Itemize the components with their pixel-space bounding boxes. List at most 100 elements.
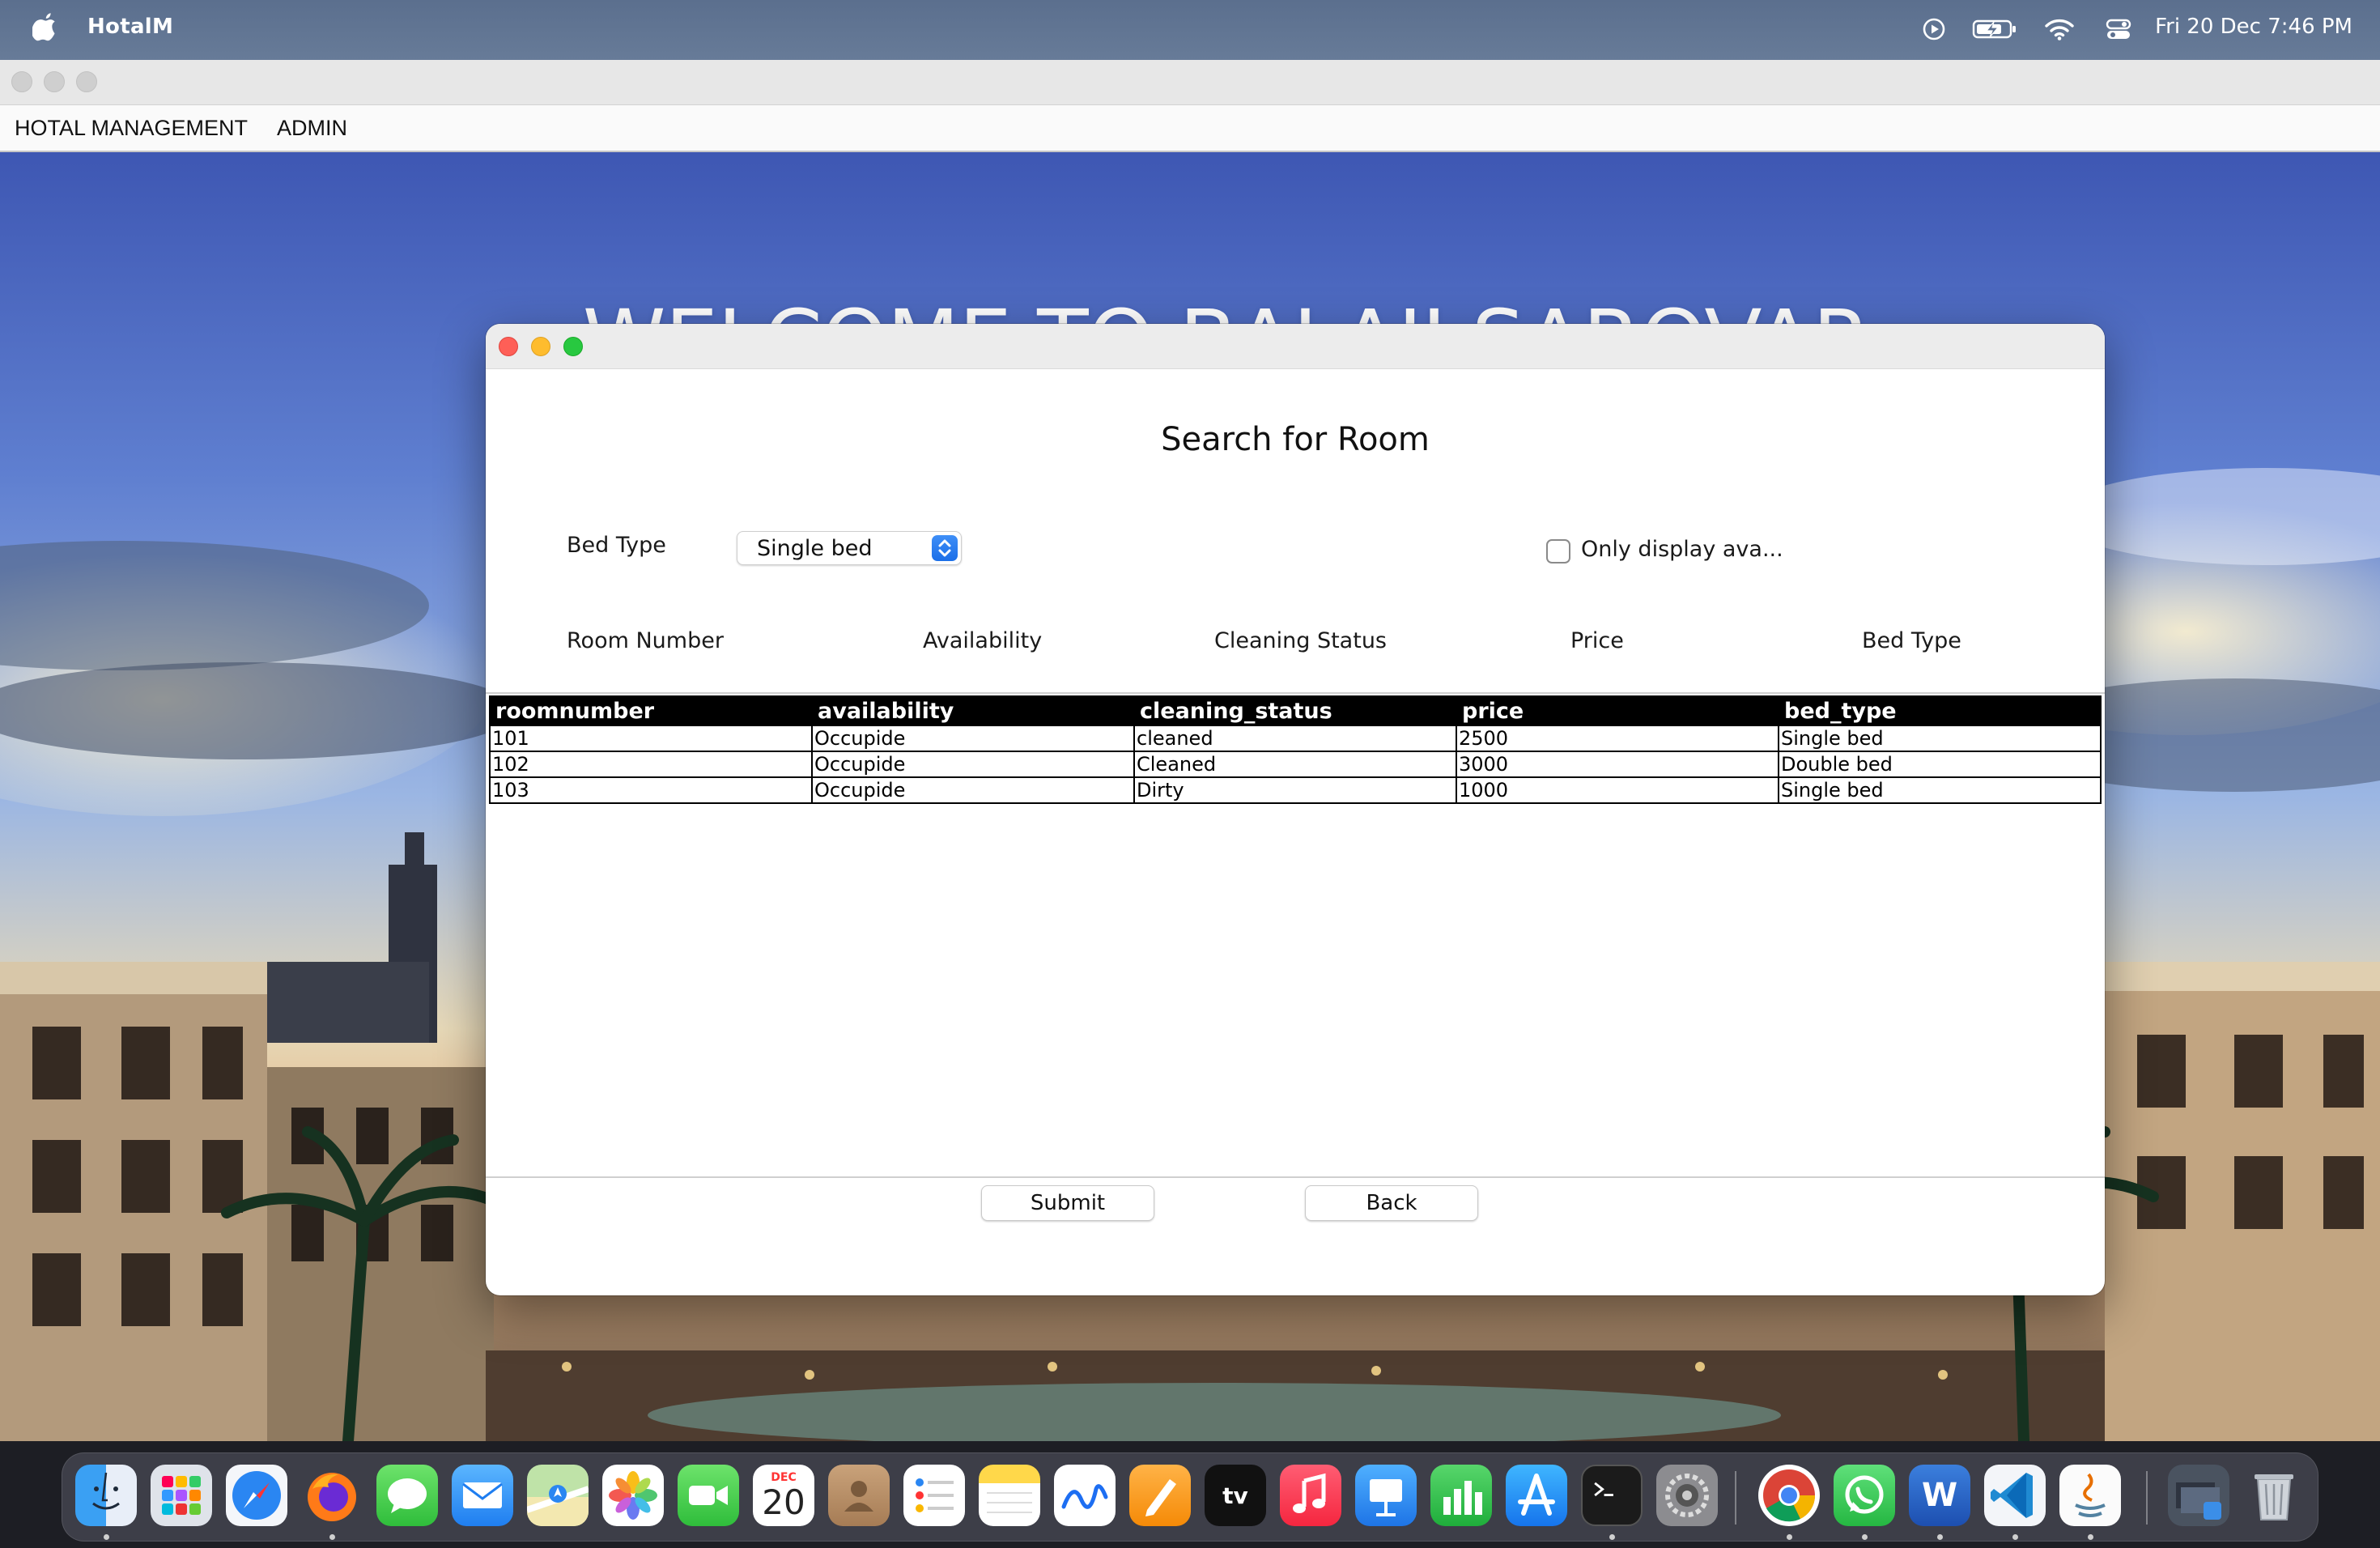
table-header-cleaning-status[interactable]: cleaning_status xyxy=(1134,696,1457,725)
dock-separator xyxy=(1735,1471,1736,1525)
java-icon[interactable] xyxy=(2059,1465,2121,1526)
close-button-inactive[interactable] xyxy=(11,71,32,92)
calendar-day: 20 xyxy=(762,1482,805,1522)
running-indicator xyxy=(1937,1534,1943,1540)
now-playing-icon[interactable] xyxy=(1922,13,1946,45)
availability-label: Availability xyxy=(923,628,1043,653)
vscode-icon[interactable] xyxy=(1984,1465,2046,1526)
table-header-roomnumber[interactable]: roomnumber xyxy=(490,696,813,725)
firefox-icon[interactable] xyxy=(301,1465,363,1526)
downloads-stack-icon[interactable] xyxy=(2168,1465,2229,1526)
apple-tv-icon[interactable]: tv xyxy=(1205,1465,1266,1526)
room-number-label: Room Number xyxy=(567,628,724,653)
table-cell[interactable]: Occupide xyxy=(811,776,1135,804)
trash-icon[interactable] xyxy=(2243,1465,2305,1526)
close-button[interactable] xyxy=(499,337,518,356)
table-cell[interactable]: 102 xyxy=(489,751,813,778)
photos-icon[interactable] xyxy=(602,1465,664,1526)
table-cell[interactable]: 3000 xyxy=(1456,751,1779,778)
only-available-label[interactable]: Only display ava... xyxy=(1581,537,1783,562)
table-cell[interactable]: 1000 xyxy=(1456,776,1779,804)
bed-type-select[interactable]: Single bed xyxy=(737,531,962,565)
dialog-titlebar[interactable] xyxy=(486,324,2105,369)
table-header-availability[interactable]: availability xyxy=(812,696,1135,725)
table-cell[interactable]: Occupide xyxy=(811,725,1135,752)
pages-icon[interactable] xyxy=(1129,1465,1191,1526)
freeform-icon[interactable] xyxy=(1054,1465,1116,1526)
safari-icon[interactable] xyxy=(226,1465,287,1526)
table-cell[interactable]: Single bed xyxy=(1778,776,2102,804)
wifi-icon[interactable] xyxy=(2043,13,2076,45)
running-indicator xyxy=(329,1534,335,1540)
notes-icon[interactable] xyxy=(979,1465,1040,1526)
app-store-icon[interactable] xyxy=(1506,1465,1567,1526)
back-button[interactable]: Back xyxy=(1305,1185,1478,1221)
chrome-icon[interactable] xyxy=(1758,1465,1820,1526)
music-icon[interactable] xyxy=(1280,1465,1341,1526)
price-label: Price xyxy=(1570,628,1624,653)
main-window-titlebar[interactable] xyxy=(0,60,2380,105)
table-header-price[interactable]: price xyxy=(1456,696,1779,725)
cleaning-status-label: Cleaning Status xyxy=(1214,628,1387,653)
maps-icon[interactable] xyxy=(527,1465,589,1526)
only-available-checkbox[interactable] xyxy=(1546,539,1570,563)
minimize-button[interactable] xyxy=(531,337,550,356)
table-cell[interactable]: cleaned xyxy=(1133,725,1457,752)
table-header-row: roomnumber availability cleaning_status … xyxy=(490,696,2102,725)
table-row[interactable]: 101 Occupide cleaned 2500 Single bed xyxy=(489,725,2102,752)
table-row[interactable]: 103 Occupide Dirty 1000 Single bed xyxy=(489,776,2102,804)
desktop-dock-area: DEC 20 tv W xyxy=(0,1441,2380,1548)
app-name-menu[interactable]: HotalM xyxy=(87,15,173,39)
battery-icon[interactable] xyxy=(1972,13,2019,45)
table-cell[interactable]: 2500 xyxy=(1456,725,1779,752)
zoom-button-inactive[interactable] xyxy=(76,71,97,92)
running-indicator xyxy=(1862,1534,1868,1540)
microsoft-word-icon[interactable]: W xyxy=(1909,1465,1970,1526)
mail-icon[interactable] xyxy=(452,1465,513,1526)
submit-button[interactable]: Submit xyxy=(981,1185,1154,1221)
dialog-title: Search for Room xyxy=(1161,421,1430,458)
table-cell[interactable]: Double bed xyxy=(1778,751,2102,778)
zoom-button[interactable] xyxy=(563,337,583,356)
finder-icon[interactable] xyxy=(75,1465,137,1526)
whatsapp-icon[interactable] xyxy=(1834,1465,1895,1526)
contacts-icon[interactable] xyxy=(828,1465,890,1526)
apple-tv-label: tv xyxy=(1222,1482,1248,1509)
table-cell[interactable]: 103 xyxy=(489,776,813,804)
control-center-icon[interactable] xyxy=(2105,13,2132,45)
menu-admin[interactable]: ADMIN xyxy=(277,116,347,141)
bed-type-selected-value: Single bed xyxy=(757,536,873,561)
word-letter: W xyxy=(1921,1477,1958,1514)
minimize-button-inactive[interactable] xyxy=(44,71,65,92)
keynote-icon[interactable] xyxy=(1355,1465,1417,1526)
table-cell[interactable]: 101 xyxy=(489,725,813,752)
running-indicator xyxy=(2088,1534,2093,1540)
facetime-icon[interactable] xyxy=(678,1465,739,1526)
table-row[interactable]: 102 Occupide Cleaned 3000 Double bed xyxy=(489,751,2102,778)
messages-icon[interactable] xyxy=(376,1465,438,1526)
calendar-icon[interactable]: DEC 20 xyxy=(753,1465,814,1526)
system-settings-icon[interactable] xyxy=(1656,1465,1718,1526)
terminal-icon[interactable] xyxy=(1581,1465,1643,1526)
reminders-icon[interactable] xyxy=(903,1465,965,1526)
launchpad-icon[interactable] xyxy=(151,1465,212,1526)
numbers-icon[interactable] xyxy=(1430,1465,1492,1526)
select-stepper-icon xyxy=(932,535,958,561)
dock: DEC 20 tv W xyxy=(62,1452,2318,1542)
apple-menu-icon[interactable] xyxy=(32,11,57,42)
menu-hotal-management[interactable]: HOTAL MANAGEMENT xyxy=(15,116,248,141)
table-cell[interactable]: Occupide xyxy=(811,751,1135,778)
running-indicator xyxy=(1787,1534,1792,1540)
table-cell[interactable]: Dirty xyxy=(1133,776,1457,804)
section-divider xyxy=(486,692,2105,694)
menu-bar-clock[interactable]: Fri 20 Dec 7:46 PM xyxy=(2155,15,2352,39)
table-cell[interactable]: Single bed xyxy=(1778,725,2102,752)
running-indicator xyxy=(1609,1534,1615,1540)
bed-type-column-label: Bed Type xyxy=(1862,628,1961,653)
bed-type-label: Bed Type xyxy=(567,533,666,558)
rooms-table[interactable]: roomnumber availability cleaning_status … xyxy=(489,695,2102,804)
search-room-dialog: Search for Room Bed Type Single bed Only… xyxy=(486,324,2105,1295)
table-header-bed-type[interactable]: bed_type xyxy=(1779,696,2102,725)
table-cell[interactable]: Cleaned xyxy=(1133,751,1457,778)
app-menu-bar: HOTAL MANAGEMENT ADMIN xyxy=(0,105,2380,152)
